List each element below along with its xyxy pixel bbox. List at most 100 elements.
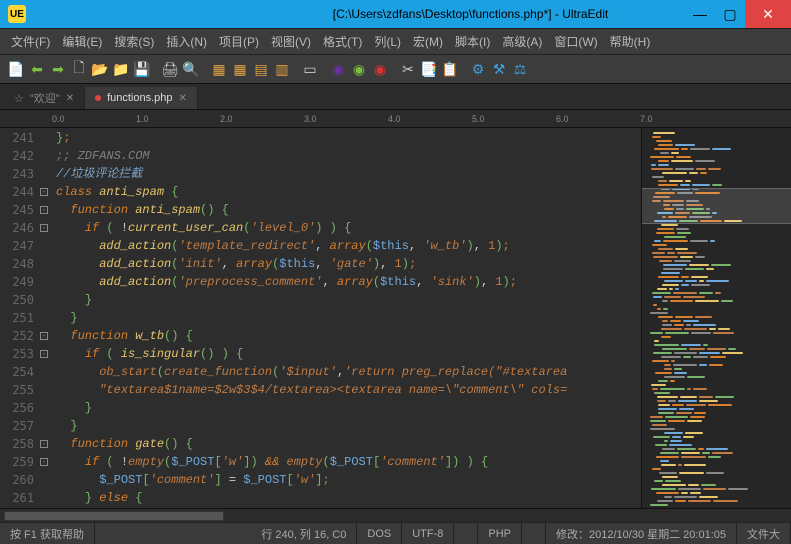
menu-item[interactable]: 窗口(W) [549,30,602,53]
minimap[interactable] [641,128,791,508]
close-button[interactable]: ✕ [745,0,791,28]
ruler-mark: 6.0 [556,114,569,124]
star-icon: ☆ [14,92,24,105]
menu-item[interactable]: 插入(N) [161,30,212,53]
code-line[interactable]: ;; ZDFANS.COM [56,147,641,165]
tab-close-icon[interactable]: ✕ [66,93,74,104]
fold-toggle[interactable]: - [40,350,48,358]
tool2-icon[interactable]: ⚒ [489,59,509,79]
menu-item[interactable]: 脚本(I) [450,30,495,53]
menu-item[interactable]: 项目(P) [214,30,264,53]
tab-bar: ☆"欢迎"✕ functions.php ✕ [0,84,791,110]
menu-item[interactable]: 文件(F) [6,30,55,53]
code-line[interactable]: }; [56,129,641,147]
code-line[interactable]: add_action('preprocess_comment', array($… [56,273,641,291]
horizontal-scrollbar[interactable] [0,508,791,522]
tab-label: functions.php [107,92,172,104]
forward-icon[interactable]: ➡ [48,59,68,79]
code-line[interactable]: function gate() { [56,435,641,453]
uf-icon[interactable]: ◉ [349,59,369,79]
app-icon: UE [8,5,26,23]
maximize-button[interactable]: ▢ [715,0,745,28]
ruler-mark: 7.0 [640,114,653,124]
paste-icon[interactable]: 📋 [440,59,460,79]
code-line[interactable]: //垃圾评论拦截 [56,165,641,183]
cut-icon[interactable]: ✂ [398,59,418,79]
code-area[interactable]: };;; ZDFANS.COM//垃圾评论拦截class anti_spam {… [50,128,641,508]
ruler-mark: 0.0 [52,114,65,124]
status-modified: 修改：2012/10/30 星期二 20:01:05 [546,523,737,544]
menu-item[interactable]: 格式(T) [318,30,367,53]
open-icon[interactable]: 📂 [90,59,110,79]
panel3-icon[interactable]: ▤ [251,59,271,79]
tool3-icon[interactable]: ⚖ [510,59,530,79]
code-line[interactable]: if ( is_singular() ) { [56,345,641,363]
code-line[interactable]: $_POST['comment'] = $_POST['w']; [56,471,641,489]
us-icon[interactable]: ◉ [370,59,390,79]
scrollbar-thumb[interactable] [4,511,224,521]
preview-icon[interactable]: 🔍 [181,59,201,79]
ruler: 0.01.02.03.04.05.06.07.0 [0,110,791,128]
status-eol: DOS [357,523,402,544]
uc-icon[interactable]: ◉ [328,59,348,79]
minimize-button[interactable]: — [685,0,715,28]
tab-close-icon[interactable]: ✕ [179,93,187,104]
menu-item[interactable]: 搜索(S) [109,30,159,53]
code-line[interactable]: function anti_spam() { [56,201,641,219]
tab[interactable]: functions.php ✕ [85,87,198,109]
fold-toggle[interactable]: - [40,458,48,466]
fold-toggle[interactable]: - [40,332,48,340]
code-line[interactable]: class anti_spam { [56,183,641,201]
tool1-icon[interactable]: ⚙ [468,59,488,79]
quick-open-icon[interactable]: 📁 [111,59,131,79]
code-line[interactable]: } [56,417,641,435]
status-bar: 按 F1 获取帮助 行 240, 列 16, C0 DOS UTF-8 PHP … [0,522,791,544]
doc-icon[interactable]: ▭ [300,59,320,79]
menu-item[interactable]: 宏(M) [408,30,448,53]
print-icon[interactable]: 🖨 [160,59,180,79]
menu-item[interactable]: 高级(A) [497,30,547,53]
code-line[interactable]: if ( !current_user_can('level_0') ) { [56,219,641,237]
code-line[interactable]: add_action('template_redirect', array($t… [56,237,641,255]
fold-toggle[interactable]: - [40,188,48,196]
panel1-icon[interactable]: ▦ [209,59,229,79]
code-line[interactable]: } else { [56,489,641,507]
code-editor[interactable]: 2412422432442452462472482492502512522532… [0,128,641,508]
status-language: PHP [478,523,522,544]
fold-toggle[interactable]: - [40,206,48,214]
ruler-mark: 2.0 [220,114,233,124]
code-line[interactable]: "textarea$1name=$2w$3$4/textarea><textar… [56,381,641,399]
code-line[interactable]: if ( !empty($_POST['w']) && empty($_POST… [56,453,641,471]
ruler-mark: 1.0 [136,114,149,124]
panel4-icon[interactable]: ▥ [272,59,292,79]
fold-toggle[interactable]: - [40,440,48,448]
menu-bar: 文件(F)编辑(E)搜索(S)插入(N)项目(P)视图(V)格式(T)列(L)宏… [0,28,791,54]
fold-column: - - - - - - - [38,128,50,508]
menu-item[interactable]: 帮助(H) [605,30,656,53]
code-line[interactable]: } [56,399,641,417]
new-file-icon[interactable]: 📄 [6,59,26,79]
status-help: 按 F1 获取帮助 [0,523,95,544]
code-line[interactable]: } [56,291,641,309]
save-icon[interactable]: 💾 [132,59,152,79]
title-bar: UE [C:\Users\zdfans\Desktop\functions.ph… [0,0,791,28]
menu-item[interactable]: 编辑(E) [57,30,107,53]
new-icon[interactable]: 🗋 [69,59,89,79]
toolbar: 📄 ⬅ ➡ 🗋 📂 📁 💾 🖨 🔍 ▦ ▦ ▤ ▥ ▭ ◉ ◉ ◉ ✂ 📑 📋 … [0,54,791,84]
line-number-gutter: 2412422432442452462472482492502512522532… [0,128,38,508]
status-encoding: UTF-8 [402,523,454,544]
menu-item[interactable]: 列(L) [369,30,406,53]
back-icon[interactable]: ⬅ [27,59,47,79]
code-line[interactable]: } [56,309,641,327]
panel2-icon[interactable]: ▦ [230,59,250,79]
menu-item[interactable]: 视图(V) [266,30,316,53]
minimap-viewport[interactable] [642,188,791,224]
code-line[interactable]: ob_start(create_function('$input','retur… [56,363,641,381]
tab[interactable]: ☆"欢迎"✕ [4,87,85,109]
code-line[interactable]: function w_tb() { [56,327,641,345]
code-line[interactable]: add_action('init', array($this, 'gate'),… [56,255,641,273]
status-position: 行 240, 列 16, C0 [251,523,357,544]
ruler-mark: 4.0 [388,114,401,124]
copy-icon[interactable]: 📑 [419,59,439,79]
fold-toggle[interactable]: - [40,224,48,232]
